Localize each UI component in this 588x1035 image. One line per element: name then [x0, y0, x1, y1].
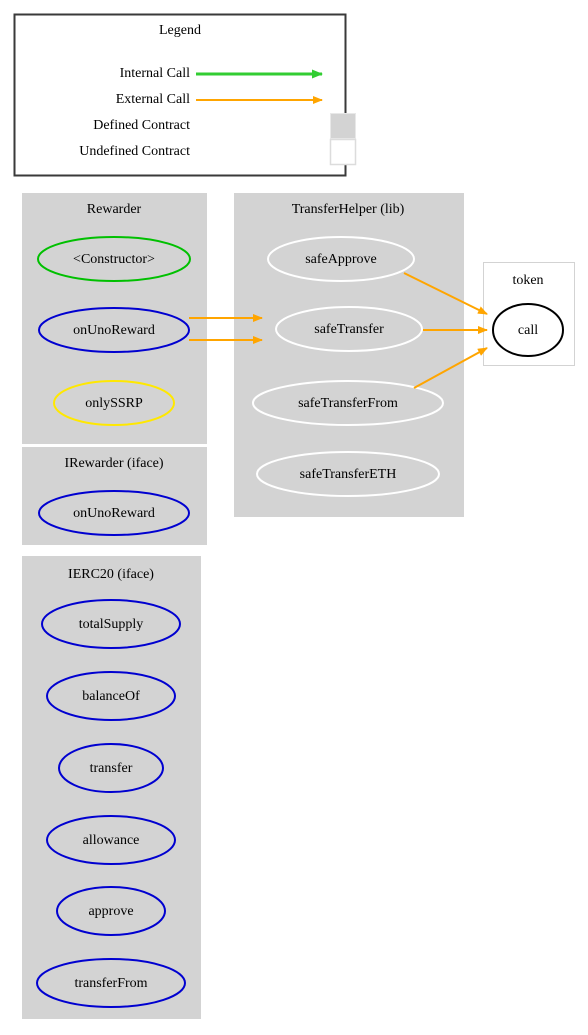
node-label-th-safetransfer: safeTransfer: [314, 322, 384, 337]
legend: Legend Internal Call External Call Defin…: [13, 13, 357, 177]
node-label-ierc20-allowance: allowance: [83, 833, 140, 848]
legend-label-undefined-contract: Undefined Contract: [79, 144, 190, 159]
node-label-irewarder-onunoreward: onUnoReward: [73, 506, 155, 521]
node-label-ierc20-approve: approve: [88, 904, 133, 919]
node-label-ierc20-transfer: transfer: [90, 761, 133, 776]
legend-label-external-call: External Call: [116, 92, 190, 107]
legend-swatch-undefined-contract: [329, 138, 357, 166]
call-graph-svg: Rewarder <Constructor> onUnoReward onlySSRP…: [13, 13, 575, 1019]
legend-swatch-defined-contract: [330, 113, 356, 139]
cluster-title-rewarder: Rewarder: [87, 202, 142, 217]
node-label-th-safetransfereth: safeTransferETH: [300, 467, 397, 482]
node-label-ierc20-balanceof: balanceOf: [82, 689, 140, 704]
cluster-ierc20: IERC20 (iface) totalSupply balanceOf transf…: [22, 556, 201, 1019]
node-label-th-safetransferfrom: safeTransferFrom: [298, 396, 398, 411]
node-label-th-safeapprove: safeApprove: [305, 252, 377, 267]
cluster-irewarder: IRewarder (iface) onUnoReward: [22, 447, 207, 545]
cluster-rewarder: Rewarder <Constructor> onUnoReward onlySSRP: [22, 193, 207, 444]
cluster-title-transferhelper: TransferHelper (lib): [292, 202, 405, 217]
node-label-ierc20-totalsupply: totalSupply: [79, 617, 144, 632]
node-label-rewarder-onlyssrp: onlySSRP: [85, 396, 143, 411]
clusters-layer: Rewarder <Constructor> onUnoReward onlySSRP…: [22, 193, 575, 1019]
cluster-transferhelper: TransferHelper (lib) safeApprove safeTrans…: [234, 193, 464, 517]
node-label-ierc20-transferfrom: transferFrom: [74, 976, 147, 991]
legend-title: Legend: [159, 23, 201, 38]
legend-label-defined-contract: Defined Contract: [93, 118, 190, 133]
cluster-title-ierc20: IERC20 (iface): [68, 567, 154, 582]
cluster-title-token: token: [512, 273, 543, 288]
node-label-rewarder-constructor: <Constructor>: [73, 252, 155, 267]
node-label-token-call: call: [518, 323, 538, 338]
cluster-title-irewarder: IRewarder (iface): [64, 456, 163, 471]
node-label-rewarder-onunoreward: onUnoReward: [73, 323, 155, 338]
call-graph-canvas: Rewarder <Constructor> onUnoReward onlySSRP…: [0, 0, 588, 1035]
legend-label-internal-call: Internal Call: [120, 66, 190, 81]
cluster-token: token call: [483, 262, 575, 366]
